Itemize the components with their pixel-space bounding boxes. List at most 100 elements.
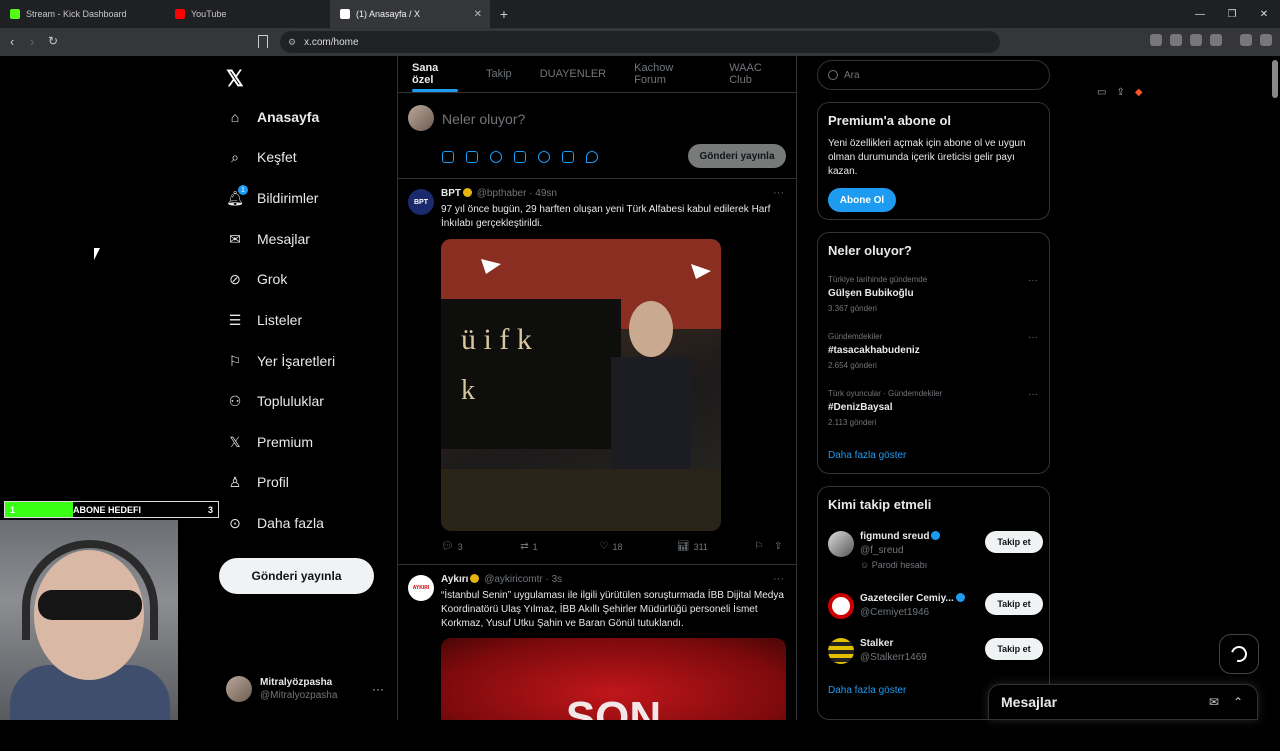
x-favicon-icon <box>340 9 350 19</box>
follow-suggestion[interactable]: Gazeteciler Cemiy... @Cemiyet1946 Takip … <box>828 589 1043 629</box>
puzzle-icon[interactable] <box>1190 34 1202 46</box>
nav-item-communities[interactable]: ⚇ Topluluklar <box>226 381 324 421</box>
trend-item[interactable]: Türkiye tarihinde gündemde Gülşen Bubiko… <box>828 275 1038 313</box>
nav-item-explore[interactable]: ⌕ Keşfet <box>226 137 297 177</box>
show-more-link[interactable]: Daha fazla göster <box>828 450 906 461</box>
x-logo-icon[interactable]: 𝕏 <box>226 66 244 92</box>
trend-item[interactable]: Gündemdekiler #tasacakhabudeniz 2.654 gö… <box>828 332 1038 370</box>
messages-drawer-title: Mesajlar <box>1001 694 1058 710</box>
tweet-actions: 💬︎ 3 ⇄ 1 ♡ 18 📊︎ 311 ⚐ ⇪ <box>441 541 786 552</box>
repost-button[interactable]: ⇄ 1 <box>520 541 599 552</box>
nav-item-profile[interactable]: ♙ Profil <box>226 462 289 502</box>
follow-button[interactable]: Takip et <box>985 638 1043 660</box>
media-icon[interactable] <box>1240 34 1252 46</box>
more-dots-icon[interactable]: ··· <box>773 573 784 585</box>
nav-item-notifications[interactable]: 🔔︎ 1 Bildirimler <box>226 178 318 218</box>
nav-item-grok[interactable]: ⊘ Grok <box>226 259 287 299</box>
account-switcher[interactable]: Mitralyözpasha @Mitralyozpasha ··· <box>226 674 386 704</box>
tab-waac-club[interactable]: WAAC Club <box>715 56 796 92</box>
post-button[interactable]: Gönderi yayınla <box>219 558 374 594</box>
address-bar[interactable]: ⚙ x.com/home ▭ ⇪ ◆ <box>280 31 1143 98</box>
brave-shield-icon[interactable]: ◆ <box>1135 87 1143 751</box>
maximize-icon[interactable]: ❐ <box>1216 0 1248 28</box>
emoji-icon[interactable] <box>538 151 550 163</box>
reply-button[interactable]: 💬︎ 3 <box>441 541 520 552</box>
browser-tab-x[interactable]: (1) Anasayfa / X ✕ <box>330 0 490 28</box>
nav-item-bookmarks[interactable]: ⚐ Yer İşaretleri <box>226 341 335 381</box>
bookmark-button[interactable]: ⚐ <box>754 541 774 552</box>
image-icon[interactable] <box>442 151 454 163</box>
new-tab-icon[interactable]: + <box>494 6 514 22</box>
browser-tab-kick[interactable]: Stream - Kick Dashboard <box>0 0 165 28</box>
nav-item-messages[interactable]: ✉ Mesajlar <box>226 219 310 259</box>
grok-icon[interactable] <box>490 151 502 163</box>
extension-icon[interactable] <box>1150 34 1162 46</box>
location-icon[interactable] <box>586 151 598 163</box>
more-dots-icon[interactable]: ··· <box>773 187 784 199</box>
cast-icon[interactable]: ▭ <box>1097 87 1106 751</box>
bookmark-icon: ⚐ <box>754 541 764 552</box>
svg-text:k: k <box>461 375 475 406</box>
tweet-handle[interactable]: @bpthaber · 49sn <box>477 188 557 199</box>
poll-icon[interactable] <box>514 151 526 163</box>
forward-icon[interactable]: › <box>30 34 34 49</box>
chevron-up-icon[interactable]: ⌃ <box>1233 695 1243 709</box>
tab-for-you[interactable]: Sana özel <box>398 56 472 92</box>
tab-duayenler[interactable]: DUAYENLER <box>526 56 620 92</box>
tweet-image[interactable]: SON <box>441 638 786 720</box>
tweet-author[interactable]: Aykırı <box>441 574 468 585</box>
nav-item-more[interactable]: ⊙ Daha fazla <box>226 503 324 543</box>
share-icon[interactable]: ⇪ <box>1116 87 1124 751</box>
more-dots-icon[interactable]: ··· <box>1028 389 1038 400</box>
follow-button[interactable]: Takip et <box>985 593 1043 615</box>
nav-item-home[interactable]: ⌂ Anasayfa <box>226 97 320 137</box>
extension-icon[interactable] <box>1210 34 1222 46</box>
trend-item[interactable]: Türk oyuncular · Gündemdekiler #DenizBay… <box>828 389 1038 427</box>
nav-item-lists[interactable]: ☰ Listeler <box>226 300 302 340</box>
more-circle-icon: ⊙ <box>229 514 241 531</box>
new-message-icon[interactable]: ✉ <box>1209 695 1219 709</box>
site-info-icon[interactable]: ⚙ <box>288 37 296 48</box>
compose-input[interactable]: Neler oluyor? <box>442 111 525 127</box>
schedule-icon[interactable] <box>562 151 574 163</box>
more-dots-icon[interactable]: ··· <box>1028 332 1038 343</box>
like-button[interactable]: ♡ 18 <box>600 541 677 552</box>
tweet[interactable]: AYKIRI Aykırı @aykiricomtr · 3s ··· “İst… <box>398 565 796 720</box>
follow-suggestion[interactable]: figmund sreud @f_sreud ☺ Parodi hesabı T… <box>828 527 1043 579</box>
nav-item-premium[interactable]: 𝕏 Premium <box>226 422 313 462</box>
tab-kachow-forum[interactable]: Kachow Forum <box>620 56 715 92</box>
views-button[interactable]: 📊︎ 311 <box>677 541 754 552</box>
more-dots-icon[interactable]: ··· <box>1028 275 1038 286</box>
search-input[interactable]: Ara <box>817 60 1050 90</box>
page-scrollbar[interactable] <box>1272 60 1278 98</box>
tweet-avatar[interactable]: BPT <box>408 189 434 215</box>
view-count: 311 <box>693 541 708 552</box>
show-more-link[interactable]: Daha fazla göster <box>828 685 906 696</box>
share-button[interactable]: ⇪ <box>774 541 786 552</box>
follow-suggestion[interactable]: Stalker @Stalkerr1469 Takip et <box>828 634 1043 674</box>
tweet[interactable]: BPT BPT @bpthaber · 49sn ··· 97 yıl önce… <box>398 179 796 565</box>
browser-tab-youtube[interactable]: YouTube <box>165 0 330 28</box>
gif-icon[interactable] <box>466 151 478 163</box>
mail-icon: ✉ <box>229 230 241 247</box>
subscribe-button[interactable]: Abone Ol <box>828 188 896 212</box>
tab-following[interactable]: Takip <box>472 56 526 92</box>
follow-button[interactable]: Takip et <box>985 531 1043 553</box>
messages-drawer[interactable]: Mesajlar ✉ ⌃ <box>988 684 1258 720</box>
more-dots-icon[interactable]: ··· <box>372 682 384 696</box>
tweet-image[interactable]: ü i f k k <box>441 239 721 531</box>
compose-post-button[interactable]: Gönderi yayınla <box>688 144 786 168</box>
reload-icon[interactable]: ↻ <box>48 34 58 48</box>
avatar <box>408 105 434 131</box>
tweet-author[interactable]: BPT <box>441 188 461 199</box>
minimize-icon[interactable]: — <box>1184 0 1216 28</box>
menu-icon[interactable] <box>1260 34 1272 46</box>
extension-icon[interactable] <box>1170 34 1182 46</box>
close-window-icon[interactable]: ✕ <box>1248 0 1280 28</box>
close-tab-icon[interactable]: ✕ <box>474 9 482 20</box>
tweet-avatar[interactable]: AYKIRI <box>408 575 434 601</box>
bookmark-page-icon[interactable] <box>258 35 268 48</box>
grok-floating-button[interactable] <box>1219 634 1259 674</box>
back-icon[interactable]: ‹ <box>10 34 14 49</box>
tweet-handle[interactable]: @aykiricomtr · 3s <box>484 574 562 585</box>
